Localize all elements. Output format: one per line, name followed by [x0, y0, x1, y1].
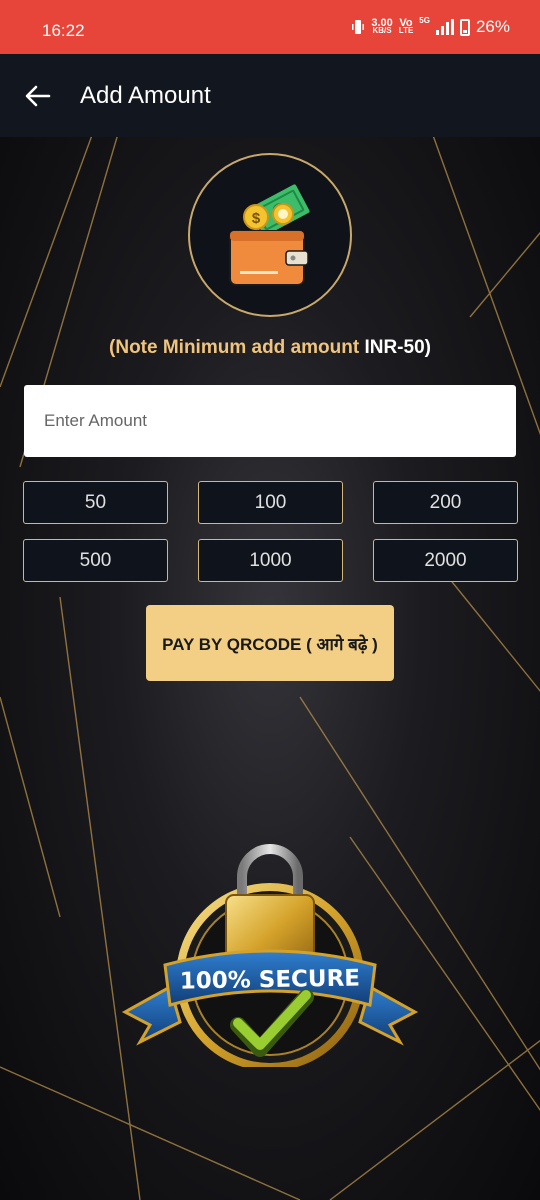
volte-indicator: Vo LTE: [398, 17, 414, 35]
note-prefix: (Note Minimum add amount: [109, 337, 365, 358]
main-content: $ (Note Minimum add amount INR-50) 50 10…: [0, 137, 540, 1200]
battery-percent: 26%: [475, 17, 510, 36]
preset-200-button[interactable]: 200: [373, 481, 518, 524]
page-title: Add Amount: [80, 82, 211, 109]
secure-badge: 100% SECURE: [120, 837, 420, 1072]
battery-icon: [459, 18, 470, 36]
amount-input[interactable]: [24, 385, 516, 457]
pay-by-qrcode-button[interactable]: PAY BY QRCODE ( आगे बढ़े ): [146, 605, 394, 681]
status-icons: 3.00 KB/S Vo LTE 5G 26%: [351, 17, 510, 37]
vibrate-icon: [352, 20, 365, 34]
preset-50-button[interactable]: 50: [23, 481, 168, 524]
signal-icon: [435, 19, 454, 35]
back-button[interactable]: [16, 74, 60, 118]
preset-2000-button[interactable]: 2000: [373, 539, 518, 582]
status-time: 16:22: [42, 21, 85, 40]
net-speed: 3.00 KB/S: [371, 17, 393, 35]
arrow-left-icon: [25, 85, 51, 107]
wallet-icon-circle: $: [188, 153, 352, 317]
svg-text:$: $: [252, 210, 261, 227]
preset-1000-button[interactable]: 1000: [198, 539, 343, 582]
network-type: 5G: [419, 16, 430, 25]
padlock-secure-icon: 100% SECURE: [121, 844, 419, 1071]
secure-badge-text: 100% SECURE: [180, 965, 361, 994]
status-bar: 16:22 3.00 KB/S Vo LTE 5G 26%: [0, 0, 540, 54]
preset-100-button[interactable]: 100: [198, 481, 343, 524]
note-min-amount: INR-50): [364, 337, 431, 358]
preset-500-button[interactable]: 500: [23, 539, 168, 582]
wallet-icon: $: [229, 184, 310, 286]
app-bar: Add Amount: [0, 54, 540, 137]
minimum-amount-note: (Note Minimum add amount INR-50): [0, 337, 540, 359]
